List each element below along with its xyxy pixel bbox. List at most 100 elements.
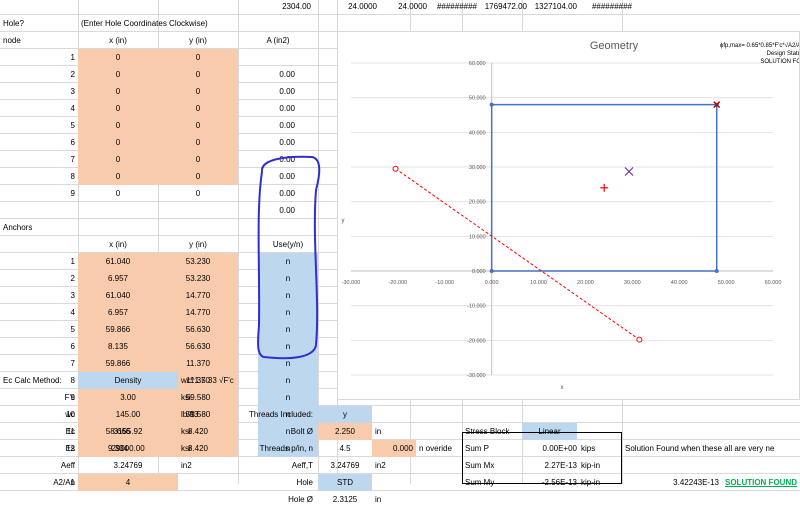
solution-value[interactable]: 3.42243E-13 <box>640 474 722 491</box>
a2a1-label[interactable]: A2/A1 <box>0 474 78 491</box>
anchor-use-input[interactable]: n <box>258 389 318 406</box>
anchor-number[interactable]: 6 <box>0 338 78 355</box>
anchor-y-header[interactable]: y (in) <box>158 236 238 253</box>
anchor-x-input[interactable]: 59.866 <box>78 355 158 372</box>
hole-y-input[interactable]: 0 <box>158 117 238 134</box>
anchor-x-header[interactable]: x (in) <box>78 236 158 253</box>
anchor-y-input[interactable]: 14.770 <box>158 304 238 321</box>
hole-node-number[interactable]: 9 <box>0 185 78 202</box>
anchor-x-input[interactable]: 6.957 <box>78 304 158 321</box>
hole-area-value[interactable]: 0.00 <box>258 134 298 151</box>
hole-y-input[interactable]: 0 <box>158 66 238 83</box>
hole-x-input[interactable]: 0 <box>78 83 158 100</box>
hole-area-value[interactable]: 0.00 <box>258 100 298 117</box>
anchor-x-input[interactable]: 6.957 <box>78 270 158 287</box>
top-value-cell[interactable]: 2304.00 <box>254 0 314 15</box>
ec-param-label[interactable]: Es <box>0 440 78 457</box>
anchor-x-input[interactable]: 8.135 <box>78 338 158 355</box>
threads-select[interactable]: y <box>318 406 372 423</box>
aeff-t-value[interactable]: 3.24769 <box>318 457 372 474</box>
hole-x-input[interactable]: 0 <box>78 134 158 151</box>
tpi-value[interactable]: 4.5 <box>318 440 372 457</box>
hole-x-input[interactable]: 0 <box>78 66 158 83</box>
hole-y-input[interactable]: 0 <box>158 100 238 117</box>
ec-param-value[interactable]: 3155.92 <box>78 423 178 440</box>
hole-area-value[interactable]: 0.00 <box>258 117 298 134</box>
ec-param-label[interactable]: F'c <box>0 389 78 406</box>
anchor-y-input[interactable]: 14.770 <box>158 287 238 304</box>
ec-param-unit[interactable]: ksi <box>178 389 238 406</box>
hole-area-value[interactable]: 0.00 <box>258 66 298 83</box>
solution-status[interactable]: SOLUTION FOUND <box>722 474 800 491</box>
hole-x-input[interactable]: 0 <box>78 100 158 117</box>
ec-param-value[interactable]: 3.00 <box>78 389 178 406</box>
hole-area-header[interactable]: A (in2) <box>238 32 318 49</box>
anchor-x-input[interactable]: 61.040 <box>78 287 158 304</box>
hole-x-input[interactable]: 0 <box>78 151 158 168</box>
anchor-number[interactable]: 4 <box>0 304 78 321</box>
aeff-t-label[interactable]: Aeff,T <box>238 457 316 474</box>
anchor-number[interactable]: 3 <box>0 287 78 304</box>
hole-y-input[interactable]: 0 <box>158 83 238 100</box>
hole-dia-unit[interactable]: in <box>372 491 402 508</box>
ec-method-select[interactable]: Density <box>78 372 178 389</box>
ec-param-unit[interactable]: ksi <box>178 440 238 457</box>
bolt-dia-input[interactable]: 2.250 <box>318 423 372 440</box>
anchor-number[interactable]: 2 <box>0 270 78 287</box>
bolt-dia-unit[interactable]: in <box>372 423 402 440</box>
hole-node-number[interactable]: 6 <box>0 134 78 151</box>
hole-node-header[interactable]: node <box>0 32 78 49</box>
hole-node-number[interactable]: 7 <box>0 151 78 168</box>
hole-y-input[interactable]: 0 <box>158 151 238 168</box>
ec-param-unit[interactable]: lb/ft3 <box>178 406 238 423</box>
ec-param-unit[interactable]: in2 <box>178 457 238 474</box>
hole-type-select[interactable]: STD <box>318 474 372 491</box>
hole-node-number[interactable]: 8 <box>0 168 78 185</box>
bolt-dia-label[interactable]: Bolt Ø <box>238 423 316 440</box>
ec-param-value[interactable]: 145.00 <box>78 406 178 423</box>
anchor-x-input[interactable]: 61.040 <box>78 253 158 270</box>
top-value-cell[interactable]: 1327104.00 <box>520 0 580 15</box>
hole-node-number[interactable]: 5 <box>0 117 78 134</box>
hole-dia-value[interactable]: 2.3125 <box>318 491 372 508</box>
hole-x-input[interactable]: 0 <box>78 49 158 66</box>
anchor-y-input[interactable]: 53.230 <box>158 253 238 270</box>
top-value-cell[interactable]: ######### <box>575 0 635 15</box>
anchors-label[interactable]: Anchors <box>0 219 78 236</box>
ec-param-label[interactable]: Aeff <box>0 457 78 474</box>
anchor-number[interactable]: 1 <box>0 253 78 270</box>
hole-y-input[interactable]: 0 <box>158 49 238 66</box>
hole-x-input[interactable]: 0 <box>78 168 158 185</box>
anchor-y-input[interactable]: 56.630 <box>158 321 238 338</box>
hole-y-input[interactable]: 0 <box>158 134 238 151</box>
geometry-chart[interactable]: Geometry ϕfp,max= 0.65*0.85*F'c*√A2/A Desi… <box>337 31 800 400</box>
hole-type-label[interactable]: Hole <box>238 474 316 491</box>
hole-area-value[interactable]: 0.00 <box>258 83 298 100</box>
anchor-x-input[interactable]: 59.866 <box>78 321 158 338</box>
hole-y-input[interactable]: 0 <box>158 168 238 185</box>
hole-y-header[interactable]: y (in) <box>158 32 238 49</box>
hole-node-number[interactable]: 1 <box>0 49 78 66</box>
hole-node-number[interactable]: 4 <box>0 100 78 117</box>
hole-x-input[interactable]: 0 <box>78 185 158 202</box>
ec-param-value[interactable]: 3.24769 <box>78 457 178 474</box>
ec-param-label[interactable]: wc <box>0 406 78 423</box>
ec-param-value[interactable]: 29000.00 <box>78 440 178 457</box>
threads-label[interactable]: Threads Included: <box>238 406 316 423</box>
ec-formula[interactable]: wc^1.5 33 √F'c <box>178 372 298 389</box>
hole-x-header[interactable]: x (in) <box>78 32 158 49</box>
hole-instruction[interactable]: (Enter Hole Coordinates Clockwise) <box>78 15 318 32</box>
override-input[interactable]: 0.000 <box>372 440 416 457</box>
anchor-y-input[interactable]: 53.230 <box>158 270 238 287</box>
hole-dia-label[interactable]: Hole Ø <box>238 491 316 508</box>
aeff-t-unit[interactable]: in2 <box>372 457 402 474</box>
a2a1-input[interactable]: 4 <box>78 474 178 491</box>
tpi-label[interactable]: Threads p/in, n <box>238 440 316 457</box>
anchor-y-input[interactable]: 11.370 <box>158 355 238 372</box>
ec-param-unit[interactable] <box>178 474 238 491</box>
ec-param-unit[interactable]: ksi <box>178 423 238 440</box>
hole-label[interactable]: Hole? <box>0 15 78 32</box>
hole-x-input[interactable]: 0 <box>78 117 158 134</box>
ec-method-label[interactable]: Ec Calc Method: <box>0 372 78 389</box>
hole-area-value[interactable] <box>258 49 298 66</box>
